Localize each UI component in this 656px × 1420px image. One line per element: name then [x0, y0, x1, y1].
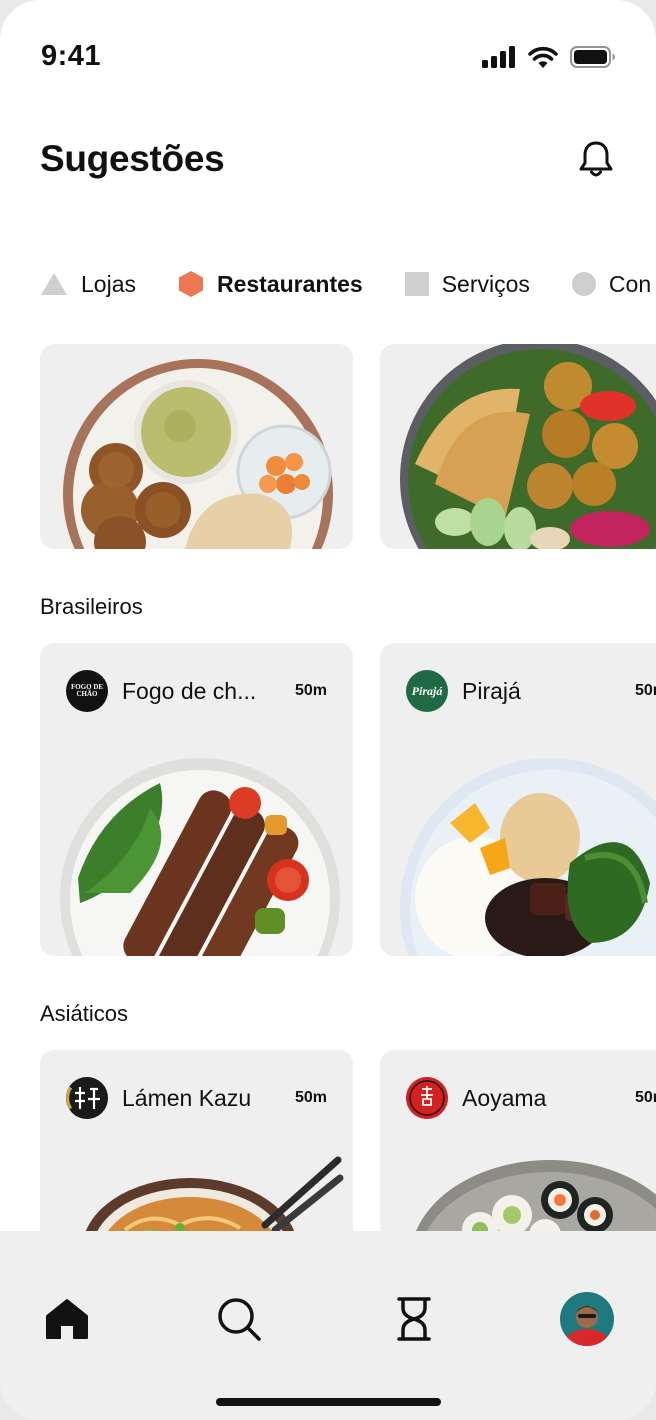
featured-card[interactable] — [40, 344, 353, 549]
hexagon-icon — [178, 271, 203, 297]
tab-label: Lojas — [81, 270, 136, 297]
hourglass-icon — [397, 1297, 431, 1341]
restaurant-card[interactable]: Aoyama 50m — [380, 1050, 656, 1250]
category-tabs: Lojas Restaurantes Serviços Con — [40, 270, 656, 298]
nav-home[interactable] — [39, 1291, 95, 1347]
ramen-bowl-image — [82, 1156, 344, 1250]
tab-label: Serviços — [441, 270, 530, 297]
nav-search[interactable] — [211, 1291, 267, 1347]
status-time: 9:41 — [41, 40, 102, 72]
battery-icon — [570, 46, 615, 68]
search-icon — [218, 1298, 261, 1341]
picanha-skewers-image — [60, 758, 340, 956]
profile-avatar — [560, 1292, 614, 1346]
section-title: Asiáticos — [40, 1001, 129, 1026]
featured-card[interactable] — [380, 344, 656, 549]
nav-profile[interactable] — [559, 1291, 615, 1347]
section-title: Brasileiros — [40, 594, 143, 619]
bottom-nav — [0, 1231, 656, 1420]
app-screen: 9:41 Sugestões Lojas Restaurantes Serviç… — [0, 0, 656, 1420]
tab-servicos[interactable]: Serviços — [404, 270, 530, 298]
notifications-button[interactable] — [576, 138, 616, 180]
bell-icon — [579, 141, 613, 177]
tab-con[interactable]: Con — [571, 270, 652, 298]
restaurant-card[interactable]: FOGO DE CHÃO Fogo de ch... 50m — [40, 643, 353, 956]
square-icon — [404, 272, 429, 296]
triangle-icon — [41, 273, 67, 295]
tab-label: Restaurantes — [216, 270, 363, 297]
cellular-signal-icon — [482, 46, 515, 68]
tab-lojas[interactable]: Lojas — [40, 271, 136, 298]
tab-label: Con — [608, 270, 652, 297]
wifi-icon — [528, 46, 558, 68]
falafel-bowl-image — [400, 344, 656, 549]
home-indicator — [216, 1398, 441, 1406]
page-title: Sugestões — [40, 138, 225, 179]
falafel-plate-image — [63, 359, 333, 549]
circle-icon — [571, 272, 596, 296]
restaurant-card[interactable]: Pirajá Pirajá 50m — [380, 643, 656, 956]
sushi-plate-image — [410, 1160, 656, 1250]
home-icon — [46, 1299, 88, 1339]
tab-restaurantes[interactable]: Restaurantes — [178, 270, 363, 298]
status-icons — [482, 46, 616, 68]
nav-history[interactable] — [386, 1291, 442, 1347]
restaurant-card[interactable]: Lámen Kazu 50m — [40, 1050, 353, 1250]
feijoada-plate-image — [400, 758, 656, 956]
